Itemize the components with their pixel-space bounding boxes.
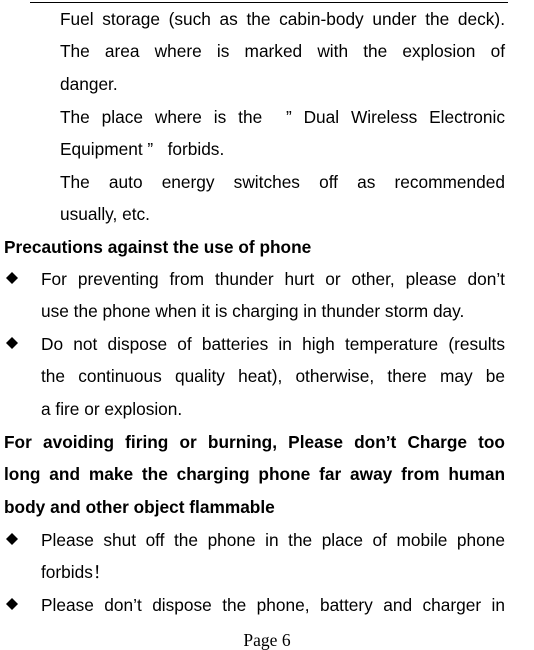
section-heading-line: body and other object flammable <box>4 497 275 517</box>
section-heading-line: long and make the charging phone far awa… <box>4 464 505 484</box>
section-heading: Precautions against the use of phone <box>4 237 312 257</box>
bullet-line: Please don’t dispose the phone, battery … <box>41 595 505 615</box>
list-line: Fuel storage (such as the cabin-body und… <box>60 9 505 29</box>
bullet-line: For preventing from thunder hurt or othe… <box>41 269 505 289</box>
diamond-bullet-icon <box>5 532 19 552</box>
bullet-line: a fire or explosion. <box>41 399 183 419</box>
bullet-line: the continuous quality heat), otherwise,… <box>41 366 505 386</box>
list-line: The place where is the ” Dual Wireless E… <box>60 107 505 127</box>
list-line: The area where is marked with the explos… <box>60 41 505 61</box>
bullet-line: Do not dispose of batteries in high temp… <box>41 334 505 354</box>
page-number: Page 6 <box>243 630 291 650</box>
diamond-bullet-icon <box>5 597 19 617</box>
list-line: usually, etc. <box>60 204 150 224</box>
header-rule <box>30 2 508 3</box>
list-line: The auto energy switches off as recommen… <box>60 172 505 192</box>
section-heading-line: For avoiding firing or burning, Please d… <box>4 432 505 452</box>
diamond-bullet-icon <box>5 336 19 356</box>
diamond-bullet-icon <box>5 271 19 291</box>
bullet-line: Please shut off the phone in the place o… <box>41 530 505 550</box>
bullet-line: forbids！ <box>41 562 111 582</box>
list-line: Equipment ” forbids. <box>60 139 225 159</box>
bullet-line: use the phone when it is charging in thu… <box>41 301 465 321</box>
list-line: danger. <box>60 74 118 94</box>
